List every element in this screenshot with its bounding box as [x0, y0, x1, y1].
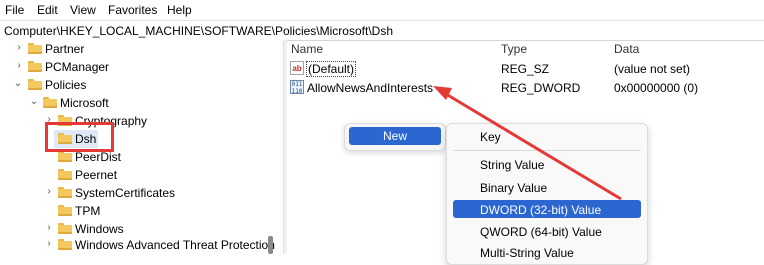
registry-tree	[0, 40, 283, 254]
chevron-right-icon[interactable]: ›	[44, 239, 54, 249]
chevron-down-icon[interactable]: ⌄	[29, 97, 39, 107]
address-bar[interactable]: Computer\HKEY_LOCAL_MACHINE\SOFTWARE\Pol…	[0, 20, 764, 41]
folder-icon	[28, 61, 42, 72]
chevron-right-icon[interactable]: ›	[44, 223, 54, 233]
tree-item-label: Windows Advanced Threat Protection	[75, 238, 275, 252]
menu-file[interactable]: File	[5, 3, 24, 17]
value-name: (Default)	[306, 61, 357, 77]
tree-item-label: PCManager	[45, 60, 110, 74]
ab-string-icon: ab	[290, 61, 304, 75]
tree-scrollbar[interactable]	[268, 236, 273, 254]
submenu-qword-value[interactable]: QWORD (64-bit) Value	[480, 225, 602, 239]
chevron-right-icon[interactable]: ›	[14, 43, 24, 53]
folder-icon	[58, 187, 72, 198]
menu-help[interactable]: Help	[167, 3, 192, 17]
value-data: 0x00000000 (0)	[614, 81, 699, 95]
value-type: REG_DWORD	[501, 81, 581, 95]
menu-favorites[interactable]: Favorites	[108, 3, 157, 17]
new-submenu: Key String Value Binary Value DWORD (32-…	[446, 123, 648, 265]
submenu-key[interactable]: Key	[480, 130, 501, 144]
menu-bar: File Edit View Favorites Help	[0, 0, 764, 20]
tree-item-label: Microsoft	[60, 96, 109, 110]
tree-item-label: SystemCertificates	[75, 186, 176, 200]
chevron-down-icon[interactable]: ⌄	[13, 79, 23, 89]
tree-item-label: Partner	[45, 42, 85, 56]
value-row-allownewsandinterests[interactable]: 011 110 AllowNewsAndInterests REG_DWORD 0…	[287, 79, 764, 97]
annotation-highlight-box	[45, 122, 114, 152]
submenu-separator	[453, 150, 641, 151]
folder-icon	[28, 79, 42, 90]
folder-icon	[58, 205, 72, 216]
folder-icon	[58, 223, 72, 234]
chevron-right-icon[interactable]: ›	[14, 61, 24, 71]
folder-icon	[28, 43, 42, 54]
tree-item-label: Windows	[75, 222, 124, 236]
value-data: (value not set)	[614, 62, 691, 76]
value-name: AllowNewsAndInterests	[307, 81, 434, 95]
submenu-string-value[interactable]: String Value	[480, 158, 544, 172]
column-header-name[interactable]: Name	[291, 42, 323, 56]
tree-item-label: PeerDist	[75, 150, 122, 164]
tree-item-label: Peernet	[75, 168, 118, 182]
address-path: Computer\HKEY_LOCAL_MACHINE\SOFTWARE\Pol…	[4, 24, 393, 38]
value-type: REG_SZ	[501, 62, 550, 76]
submenu-dword-value[interactable]: DWORD (32-bit) Value	[480, 203, 601, 217]
tree-item-label: Policies	[45, 78, 87, 92]
submenu-multi-string-value[interactable]: Multi-String Value	[480, 246, 574, 260]
binary-value-icon: 011 110	[290, 80, 304, 95]
chevron-right-icon[interactable]: ›	[44, 187, 54, 197]
tree-item-label: TPM	[75, 204, 101, 218]
value-row-default[interactable]: ab (Default) REG_SZ (value not set)	[287, 60, 764, 78]
context-menu-new[interactable]: New	[349, 127, 441, 145]
folder-icon	[58, 239, 72, 250]
column-header-data[interactable]: Data	[614, 42, 639, 56]
folder-icon	[58, 151, 72, 162]
context-menu: New	[344, 123, 446, 151]
folder-icon	[43, 97, 57, 108]
menu-view[interactable]: View	[70, 3, 96, 17]
submenu-binary-value[interactable]: Binary Value	[480, 181, 547, 195]
column-header-type[interactable]: Type	[501, 42, 527, 56]
folder-icon	[58, 169, 72, 180]
menu-edit[interactable]: Edit	[37, 3, 58, 17]
